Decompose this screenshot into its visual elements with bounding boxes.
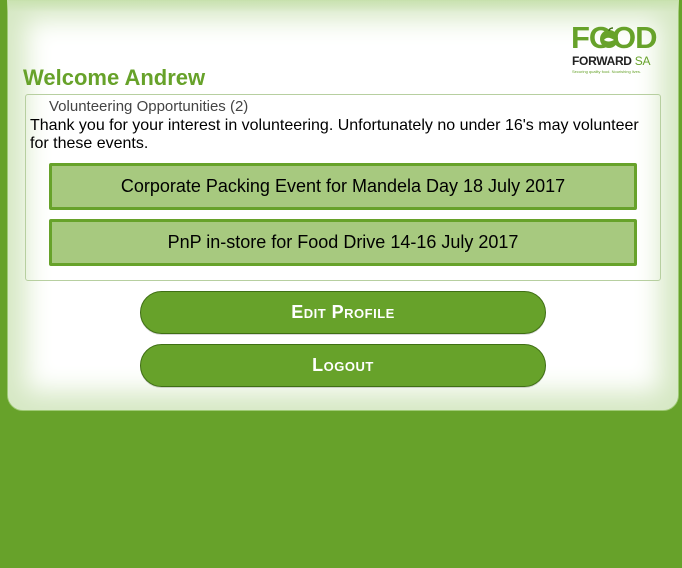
- logo-tagline: Securing quality food. Nourishing lives.: [572, 69, 641, 74]
- event-button-mandela-day[interactable]: Corporate Packing Event for Mandela Day …: [49, 163, 637, 210]
- edit-profile-button[interactable]: Edit Profile: [140, 291, 546, 334]
- age-restriction-note: Thank you for your interest in volunteer…: [30, 117, 639, 152]
- apple-icon: [600, 27, 618, 48]
- volunteering-legend: Volunteering Opportunities (2): [49, 98, 249, 115]
- welcome-heading: Welcome Andrew: [23, 65, 206, 90]
- logo-forward-word: FORWARD: [572, 54, 632, 68]
- logo-sa-word: SA: [634, 54, 651, 68]
- event-button-pnp-food-drive[interactable]: PnP in-store for Food Drive 14-16 July 2…: [49, 219, 637, 266]
- card-top-fade: [7, 0, 679, 12]
- logo-forward-text: FORWARD SA: [572, 54, 650, 68]
- food-forward-logo: FOOD FORWARD SA Securing quality food. N…: [571, 21, 663, 85]
- logout-button[interactable]: Logout: [140, 344, 546, 387]
- page: FOOD FORWARD SA Securing quality food. N…: [0, 0, 682, 568]
